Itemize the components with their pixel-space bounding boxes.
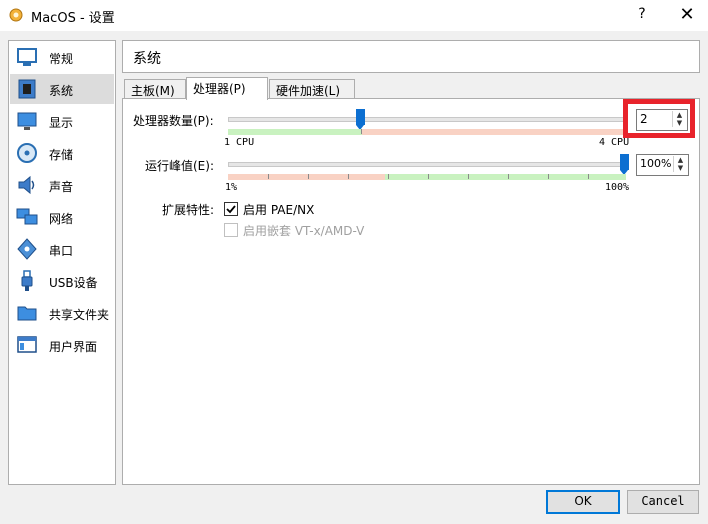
spin-up-icon[interactable]: ▲ [674,156,687,164]
tab-acceleration[interactable]: 硬件加速(L) [269,79,355,99]
virtualbox-app-icon [9,8,23,22]
cap-min-label: 1% [225,182,238,193]
cap-tick [388,174,389,179]
cap-safe-range [385,174,626,180]
sidebar-item-system[interactable]: 系统 [10,74,114,104]
sidebar-item-storage[interactable]: 存储 [10,138,114,168]
cap-warn-range [228,174,385,180]
serial-port-icon [17,238,37,260]
cancel-button[interactable]: Cancel [627,490,699,514]
nested-vtx-label: 启用嵌套 VT-x/AMD-V [243,224,365,238]
tab-motherboard[interactable]: 主板(M) [124,79,186,99]
cpu-warn-range [362,129,626,135]
execution-cap-value: 100% [640,157,672,170]
user-interface-icon [17,336,37,353]
close-icon[interactable]: ✕ [676,4,698,26]
pae-nx-label: 启用 PAE/NX [243,203,315,217]
cpu-min-label: 1 CPU [224,137,255,148]
general-icon [17,48,37,66]
sidebar-item-label: 共享文件夹 [49,308,110,322]
sidebar-item-label: USB设备 [49,276,98,290]
cpu-safe-range [228,129,362,135]
sidebar-item-label: 显示 [49,116,74,130]
execution-cap-slider-track[interactable] [228,162,626,167]
usb-icon [21,270,33,291]
ok-button[interactable]: OK [546,490,620,514]
settings-sidebar: 常规 系统 显示 存储 声音 网络 串口 USB设备 共享文件夹 用户界面 [8,40,116,485]
cpu-tick [361,129,362,134]
sidebar-item-label: 存储 [49,148,74,162]
sidebar-item-audio[interactable]: 声音 [10,170,114,200]
nested-vtx-checkbox [224,223,238,237]
cpu-count-label: 处理器数量(P): [133,114,214,128]
execution-cap-label: 运行峰值(E): [145,159,214,173]
cap-tick [268,174,269,179]
spin-down-icon[interactable]: ▼ [674,164,687,172]
cap-tick [508,174,509,179]
sidebar-item-usb[interactable]: USB设备 [10,266,114,296]
sidebar-item-label: 常规 [49,52,74,66]
sidebar-item-label: 系统 [49,84,74,98]
highlight-annotation [623,99,695,138]
title-bar: MacOS - 设置 ? ✕ [0,0,708,31]
cpu-max-label: 4 CPU [599,137,630,148]
cap-tick [548,174,549,179]
cap-tick [588,174,589,179]
cap-tick [308,174,309,179]
window-title: MacOS - 设置 [31,11,115,26]
cap-tick [468,174,469,179]
cap-tick [348,174,349,179]
pae-nx-checkbox[interactable] [224,202,238,216]
help-button[interactable]: ? [634,6,650,24]
system-icon [18,79,36,99]
network-icon [16,208,38,225]
display-icon [17,112,37,130]
section-header: 系统 [122,40,700,73]
sidebar-item-label: 网络 [49,212,74,226]
tab-processor[interactable]: 处理器(P) [186,77,268,100]
shared-folder-icon [17,306,37,321]
storage-icon [17,143,37,163]
sidebar-item-shared-folders[interactable]: 共享文件夹 [10,298,114,328]
sidebar-item-label: 用户界面 [49,340,98,354]
sidebar-item-serial-port[interactable]: 串口 [10,234,114,264]
sidebar-item-label: 声音 [49,180,74,194]
sidebar-item-general[interactable]: 常规 [10,42,114,72]
sidebar-item-display[interactable]: 显示 [10,106,114,136]
spin-arrows[interactable]: ▲ ▼ [673,156,687,172]
sidebar-item-user-interface[interactable]: 用户界面 [10,330,114,360]
execution-cap-slider-handle[interactable] [620,154,629,175]
cpu-count-slider-handle[interactable] [356,109,365,130]
audio-icon [18,175,35,195]
execution-cap-spinbox[interactable]: 100% ▲ ▼ [636,154,689,176]
tab-label: 硬件加速(L) [276,84,341,98]
cap-tick [428,174,429,179]
tab-label: 主板(M) [131,84,175,98]
cpu-count-slider-track[interactable] [228,117,626,122]
cap-max-label: 100% [605,182,630,193]
sidebar-item-network[interactable]: 网络 [10,202,114,232]
extended-features-label: 扩展特性: [162,203,215,217]
page-title: 系统 [133,51,161,67]
sidebar-item-label: 串口 [49,244,74,258]
tab-label: 处理器(P) [193,82,246,96]
processor-tab-panel: 处理器数量(P): 1 CPU 4 CPU 2 ▲ ▼ 运行峰值(E): 1% … [122,98,700,485]
checkmark-icon [226,205,236,214]
